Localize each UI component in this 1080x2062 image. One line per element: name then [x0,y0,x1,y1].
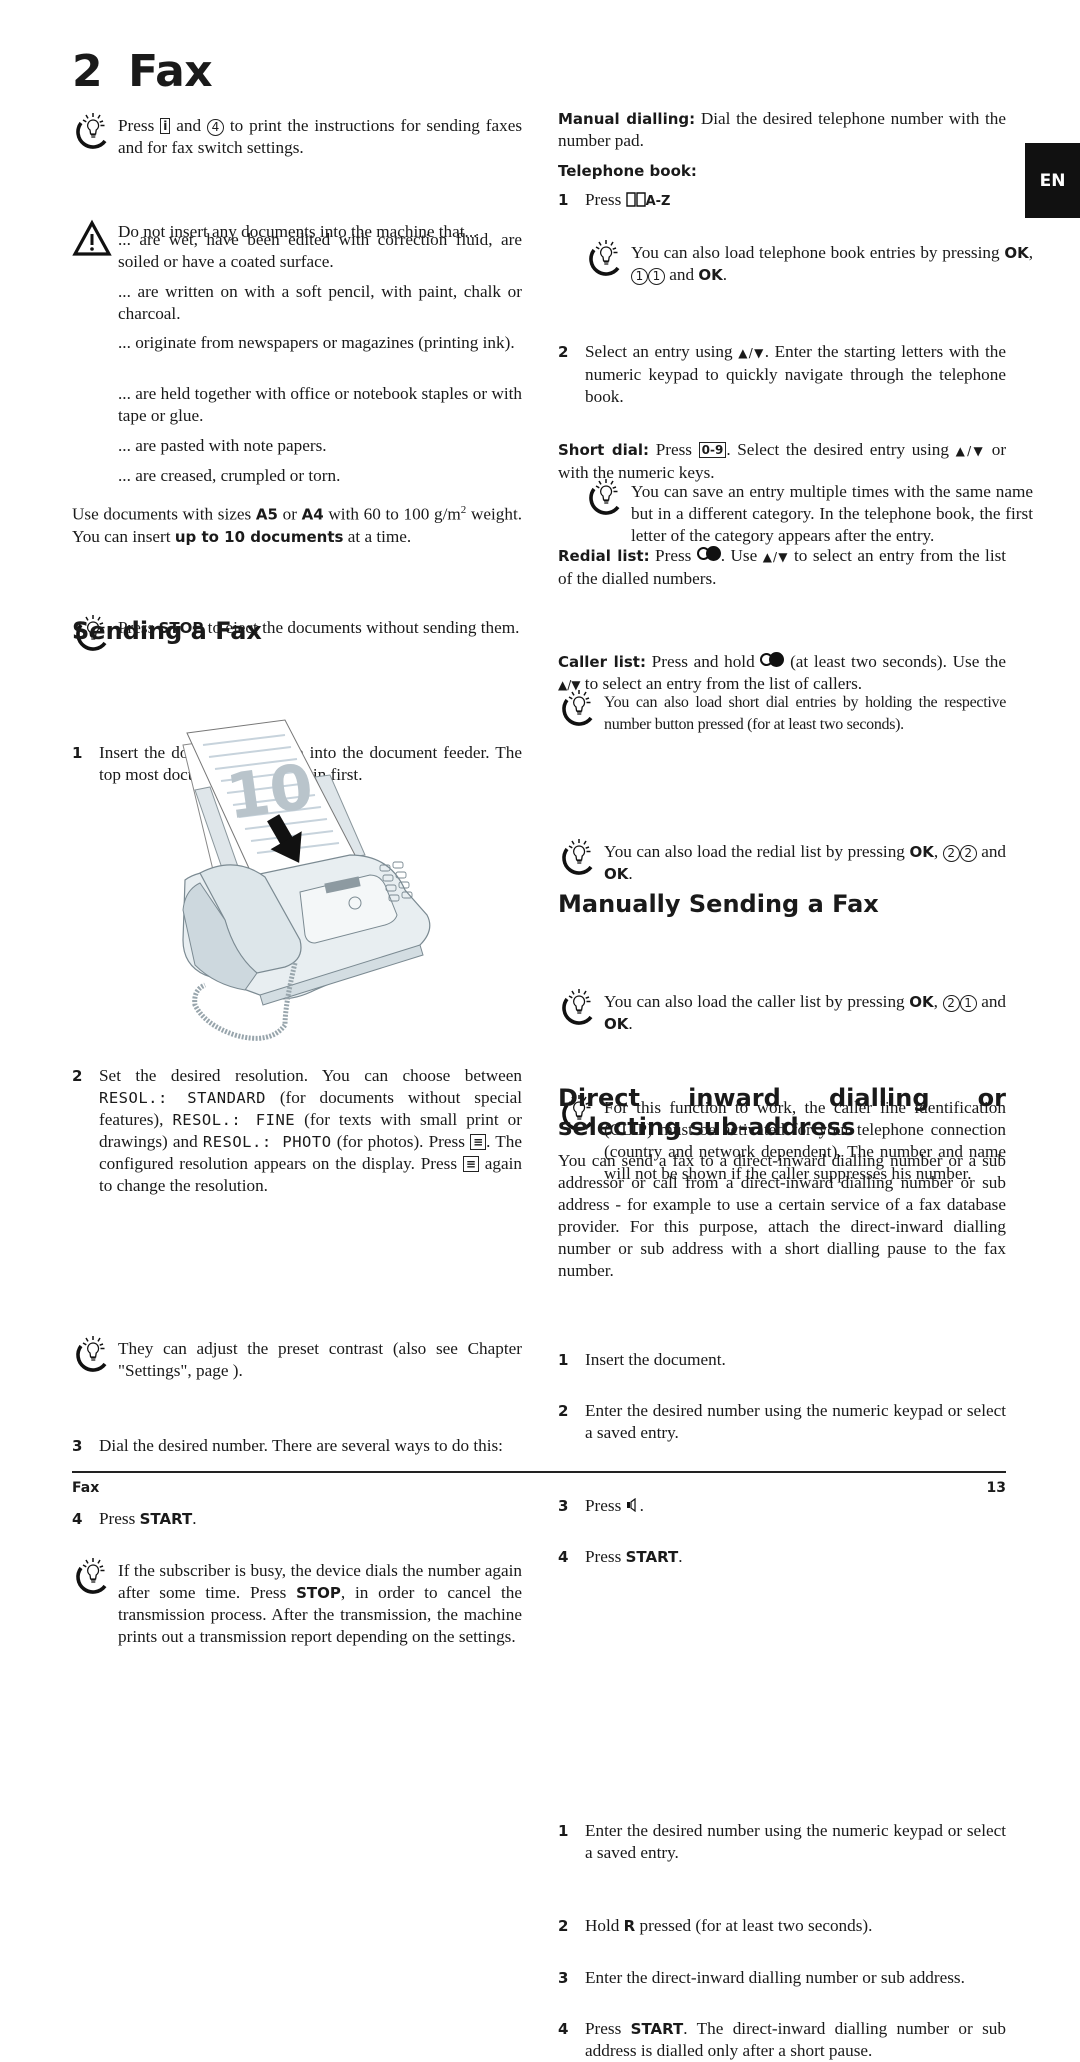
stop-key: STOP [296,1584,341,1602]
footer-section-name: Fax [72,1480,100,1496]
redial-list-paragraph: Redial list: Press . Use ▲/▼ to select a… [558,546,1007,588]
footer-page-number: 13 [986,1480,1006,1496]
lightbulb-tip-icon [558,837,598,877]
direct-step: 2 Hold R pressed (for at least two second… [558,1916,873,1935]
up-down-arrows-icon: ▲/▼ [762,550,789,564]
direct-intro-paragraph: You can send a fax to a direct-inward di… [558,1151,1006,1280]
key-2-icon: 2 [942,845,960,862]
tip-caller: You can also load the caller list by pre… [558,991,1006,1035]
up-down-arrows-icon: ▲/▼ [955,444,986,458]
left-column-lower: 2 Set the desired resolution. You can ch… [72,0,522,1646]
lightbulb-tip-icon [72,1334,112,1374]
start-key: START [625,1548,679,1566]
lightbulb-tip-icon [585,238,625,278]
tip-contrast: They can adjust the preset contrast (als… [72,1338,522,1382]
short-dial-key-icon: 0-9 [698,442,727,458]
manual-step: 1 Insert the document. [558,1350,726,1369]
short-dial-paragraph: Short dial: Press 0-9. Select the desire… [558,440,1007,482]
telephone-book-heading: Telephone book: [558,162,697,180]
key-1-icon: 1 [631,268,648,285]
resolution-key-icon: ≡ [470,1134,487,1150]
phonebook-icon [625,192,646,207]
resolution-key-icon: ≡ [462,1156,479,1172]
resolution-option-standard: RESOL.: STANDARD [99,1089,266,1107]
redial-key-icon [696,546,721,562]
manual-step: 3 Press . [558,1496,644,1515]
caller-list-paragraph: Caller list: Press and hold (at least tw… [558,652,1007,693]
r-key: R [623,1917,636,1935]
section-heading-sending-fax: Sending a Fax [72,617,262,645]
telephone-book-step-1: 1 Press A-Z [558,190,671,209]
up-down-arrows-icon: ▲/▼ [558,678,581,692]
document-sizes-paragraph: Use documents with sizes A5 or A4 with 6… [72,504,523,546]
start-key: START [139,1510,193,1528]
telephone-book-step-2: 2 Select an entry using ▲/▼. Enter the s… [558,342,1007,406]
lightbulb-tip-icon [558,987,598,1027]
warning-item: ... are held together with office or not… [118,384,522,425]
step-2-resolution: 2 Set the desired resolution. You can ch… [72,1066,523,1195]
lightbulb-tip-icon [72,1556,112,1596]
direct-step: 1 Enter the desired number using the nume… [558,1821,1006,1862]
resolution-option-fine: RESOL.: FINE [172,1111,296,1129]
key-1-icon: 1 [959,995,977,1012]
step-4-start: 4 Press START. [72,1509,197,1528]
tip-telephone-book: You can also load telephone book entries… [585,242,1033,286]
section-heading-manual-sending: Manually Sending a Fax [558,890,879,918]
section-heading-direct-inward: Direct inward dialling or selecting sub-… [558,1084,1006,1141]
warning-item: ... are pasted with note papers. [118,436,327,455]
up-down-arrows-icon: ▲/▼ [738,346,765,360]
key-2-icon: 2 [942,995,960,1012]
fax-machine-illustration: 10 [182,719,431,1041]
key-1-icon: 1 [648,268,665,285]
manual-step: 4 Press START. [558,1547,683,1566]
tip-category: You can save an entry multiple times wit… [585,481,1033,547]
redial-key-icon [760,652,785,668]
manual-step: 2 Enter the desired number using the nume… [558,1401,1006,1442]
tip-busy-subscriber: If the subscriber is busy, the device di… [72,1560,522,1648]
language-tab[interactable]: EN [1025,143,1080,218]
resolution-option-photo: RESOL.: PHOTO [202,1133,332,1151]
step-3-dial: 3 Dial the desired number. There are sev… [72,1436,503,1455]
phonebook-key-label: A-Z [645,194,671,209]
direct-step: 4 Press START. The direct-inward dialling… [558,2019,1006,2060]
tip-short-dial: You can also load short dial entries by … [558,692,1006,736]
warning-item: ... originate from newspapers or magazin… [118,333,515,352]
key-2-icon: 2 [959,845,977,862]
manual-dialling-paragraph: Manual dialling: Dial the desired teleph… [558,109,1007,150]
start-key: START [630,2020,684,2038]
warning-item: ... are creased, crumpled or torn. [118,466,341,485]
footer-divider [72,1471,1006,1473]
tip-redial: You can also load the redial list by pre… [558,841,1006,885]
speaker-icon [626,1497,636,1513]
right-column: Manual dialling: Dial the desired teleph… [558,0,1033,2060]
direct-step: 3 Enter the direct-inward dialling number… [558,1968,965,1987]
